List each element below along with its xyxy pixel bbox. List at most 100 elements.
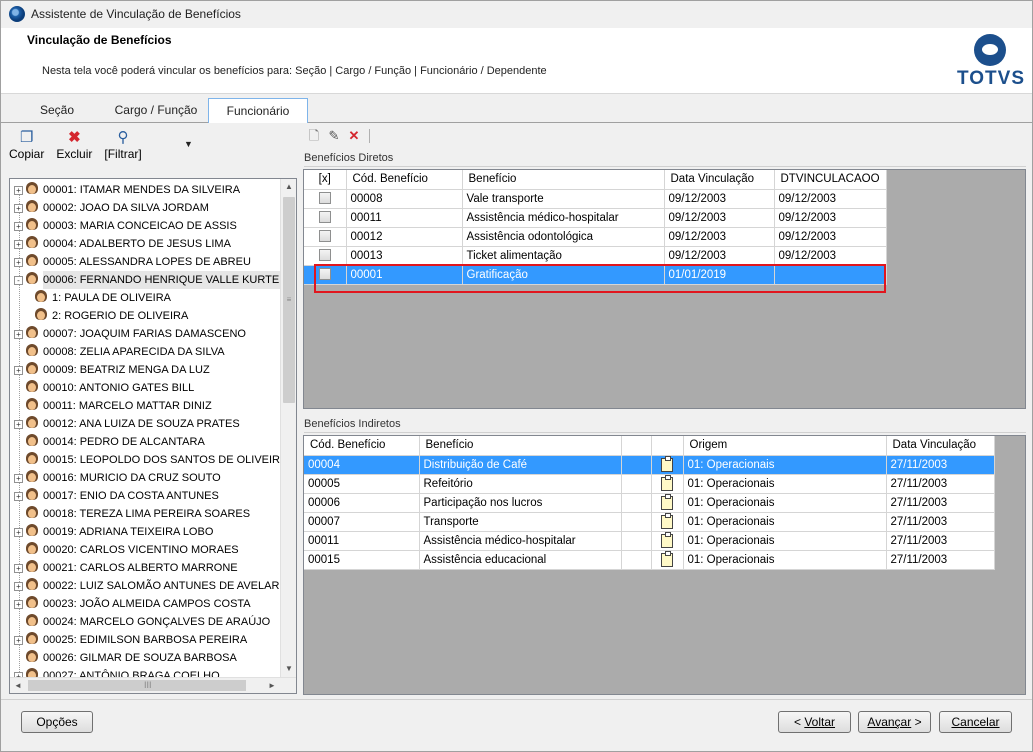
cell-origem[interactable]: 01: Operacionais (683, 550, 887, 570)
cell-icon[interactable] (651, 493, 684, 513)
delete-x-icon[interactable]: ✕ (345, 128, 363, 144)
copy-button[interactable]: ❐ Copiar (9, 129, 44, 171)
delete-button[interactable]: ✖ Excluir (56, 129, 92, 171)
tree-node-employee[interactable]: - 00006: FERNANDO HENRIQUE VALLE KURTEN (14, 271, 282, 289)
cell-origem[interactable]: 01: Operacionais (683, 474, 887, 494)
cell-beneficio[interactable]: Assistência educacional (419, 550, 622, 570)
col-header-beneficio[interactable]: Benefício (419, 436, 622, 456)
cell-icon[interactable] (651, 474, 684, 494)
cell-cod[interactable]: 00013 (346, 246, 463, 266)
col-header-cod[interactable]: Cód. Benefício (346, 170, 463, 190)
tree-node-dependent[interactable]: 1: PAULA DE OLIVEIRA (34, 289, 171, 307)
tree-node-dependent[interactable]: 2: ROGERIO DE OLIVEIRA (34, 307, 188, 325)
cell-cod[interactable]: 00007 (304, 512, 420, 532)
cell-beneficio[interactable]: Vale transporte (462, 189, 665, 209)
options-button[interactable]: Opções (21, 711, 93, 733)
cell-beneficio[interactable]: Ticket alimentação (462, 246, 665, 266)
cell-data[interactable]: 27/11/2003 (886, 531, 995, 551)
cell-data[interactable]: 27/11/2003 (886, 493, 995, 513)
cell-beneficio[interactable]: Assistência médico-hospitalar (462, 208, 665, 228)
scroll-right-icon[interactable]: ► (264, 678, 280, 693)
col-header-data[interactable]: Data Vinculação (664, 170, 775, 190)
expand-icon[interactable]: + (14, 527, 23, 537)
col-header-cod[interactable]: Cód. Benefício (304, 436, 420, 456)
cell-dtvinculacao[interactable]: 09/12/2003 (774, 227, 887, 247)
cell-data[interactable]: 27/11/2003 (886, 550, 995, 570)
cell-data[interactable]: 27/11/2003 (886, 474, 995, 494)
filter-dropdown-caret-icon[interactable]: ▼ (184, 139, 193, 149)
tree-horizontal-scrollbar[interactable]: ◄ III ► (10, 677, 296, 693)
tree-node-employee[interactable]: +00007: JOAQUIM FARIAS DAMASCENO (14, 325, 246, 343)
tree-node-employee[interactable]: 00008: ZELIA APARECIDA DA SILVA (14, 343, 225, 361)
cell-data[interactable]: 27/11/2003 (886, 512, 995, 532)
cell-cod[interactable]: 00006 (304, 493, 420, 513)
filter-button[interactable]: ⚲ [Filtrar] (104, 129, 141, 171)
col-header-check[interactable]: [x] (304, 170, 347, 190)
cell-icon[interactable] (651, 531, 684, 551)
scroll-down-icon[interactable]: ▼ (281, 661, 296, 677)
col-header-blank[interactable] (621, 436, 652, 456)
tree-node-employee[interactable]: 00011: MARCELO MATTAR DINIZ (14, 397, 212, 415)
tree-node-employee[interactable]: 00015: LEOPOLDO DOS SANTOS DE OLIVEIRA (14, 451, 282, 469)
col-header-data[interactable]: Data Vinculação (886, 436, 995, 456)
expand-icon[interactable]: + (14, 257, 23, 267)
cell-blank[interactable] (621, 455, 652, 475)
tree-node-employee[interactable]: +00016: MURICIO DA CRUZ SOUTO (14, 469, 221, 487)
direct-benefit-row[interactable]: 00011 Assistência médico-hospitalar 09/12/… (304, 208, 887, 228)
tree-node-employee[interactable]: 00010: ANTONIO GATES BILL (14, 379, 194, 397)
col-header-icon[interactable] (651, 436, 684, 456)
hscroll-thumb[interactable]: III (28, 680, 246, 691)
expand-icon[interactable]: + (14, 239, 23, 249)
cell-origem[interactable]: 01: Operacionais (683, 455, 887, 475)
cell-cod[interactable]: 00015 (304, 550, 420, 570)
tree-node-employee[interactable]: 00020: CARLOS VICENTINO MORAES (14, 541, 239, 559)
tree-node-employee[interactable]: +00002: JOAO DA SILVA JORDAM (14, 199, 209, 217)
cell-beneficio[interactable]: Transporte (419, 512, 622, 532)
tree-node-employee[interactable]: +00009: BEATRIZ MENGA DA LUZ (14, 361, 210, 379)
new-document-icon[interactable]: 🗋 (305, 128, 323, 144)
cell-dtvinculacao[interactable]: 09/12/2003 (774, 246, 887, 266)
row-checkbox[interactable] (318, 249, 331, 262)
tab-cargo-funcao[interactable]: Cargo / Função (105, 98, 207, 123)
cell-data[interactable]: 27/11/2003 (886, 455, 995, 475)
expand-icon[interactable]: + (14, 329, 23, 339)
cell-check[interactable] (304, 246, 347, 266)
clipboard-icon[interactable] (661, 455, 673, 472)
clipboard-icon[interactable] (661, 512, 673, 529)
tree-node-employee[interactable]: +00027: ANTÔNIO BRAGA COELHO (14, 667, 220, 677)
expand-icon[interactable]: + (14, 563, 23, 573)
cell-cod[interactable]: 00011 (346, 208, 463, 228)
cell-icon[interactable] (651, 550, 684, 570)
clipboard-icon[interactable] (661, 550, 673, 567)
cell-cod[interactable]: 00012 (346, 227, 463, 247)
row-checkbox[interactable] (318, 230, 331, 243)
tree-node-employee[interactable]: +00022: LUIZ SALOMÃO ANTUNES DE AVELAR (14, 577, 279, 595)
collapse-icon[interactable]: - (14, 275, 23, 285)
cell-dtvinculacao[interactable]: 09/12/2003 (774, 189, 887, 209)
direct-benefit-row[interactable]: 00013 Ticket alimentação 09/12/2003 09/12/2… (304, 246, 887, 266)
cell-check[interactable] (304, 189, 347, 209)
tree-node-employee[interactable]: +00021: CARLOS ALBERTO MARRONE (14, 559, 238, 577)
clipboard-icon[interactable] (661, 531, 673, 548)
tree-node-employee[interactable]: 00024: MARCELO GONÇALVES DE ARAÚJO (14, 613, 270, 631)
col-header-beneficio[interactable]: Benefício (462, 170, 665, 190)
cell-beneficio[interactable]: Assistência odontológica (462, 227, 665, 247)
direct-benefit-row[interactable]: 00012 Assistência odontológica 09/12/2003 0… (304, 227, 887, 247)
cell-blank[interactable] (621, 493, 652, 513)
expand-icon[interactable]: + (14, 365, 23, 375)
indirect-benefit-row[interactable]: 00015 Assistência educacional 01: Operacio… (304, 550, 995, 570)
next-button[interactable]: Avançar > (858, 711, 931, 733)
tree-node-employee[interactable]: 00014: PEDRO DE ALCANTARA (14, 433, 205, 451)
direct-benefit-row[interactable]: 00008 Vale transporte 09/12/2003 09/12/2003 (304, 189, 887, 209)
indirect-benefit-row[interactable]: 00011 Assistência médico-hospitalar 01: Op… (304, 531, 995, 551)
cell-data[interactable]: 09/12/2003 (664, 246, 775, 266)
cell-cod[interactable]: 00004 (304, 455, 420, 475)
cell-beneficio[interactable]: Distribuição de Café (419, 455, 622, 475)
cell-beneficio[interactable]: Refeitório (419, 474, 622, 494)
scroll-left-icon[interactable]: ◄ (10, 678, 26, 693)
expand-icon[interactable]: + (14, 203, 23, 213)
tab-secao[interactable]: Seção (11, 98, 103, 123)
cell-origem[interactable]: 01: Operacionais (683, 512, 887, 532)
tree-node-employee[interactable]: +00025: EDIMILSON BARBOSA PEREIRA (14, 631, 247, 649)
tree-vertical-scrollbar[interactable]: ▲ ≡ ▼ (280, 179, 296, 677)
